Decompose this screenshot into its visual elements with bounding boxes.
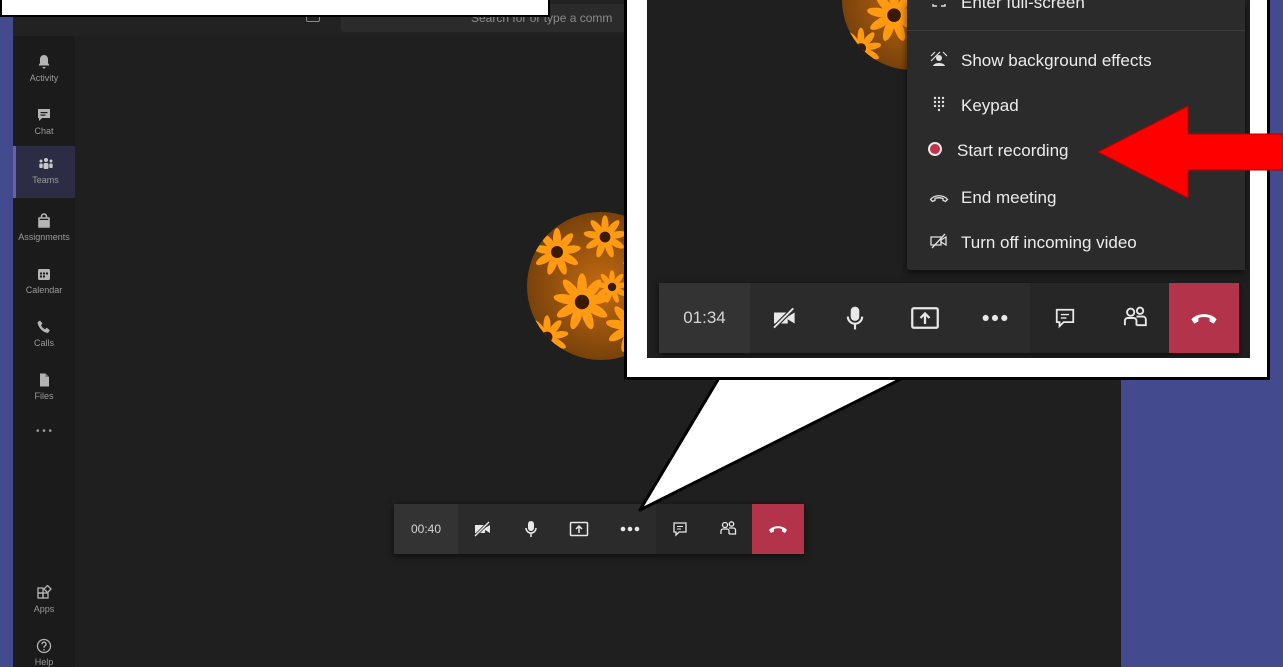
rail-label: Apps	[33, 604, 55, 614]
chat-button[interactable]	[656, 504, 704, 554]
bell-icon	[38, 55, 50, 69]
phone-icon	[37, 320, 50, 333]
rail-item-assignments[interactable]: Assignments	[13, 203, 75, 255]
mic-button[interactable]	[820, 283, 890, 353]
menu-item-label: Start recording	[957, 141, 1069, 160]
teams-icon	[38, 158, 53, 169]
apps-icon	[37, 585, 52, 599]
call-timer: 00:40	[394, 504, 458, 554]
rail-label: Calendar	[25, 285, 63, 295]
share-button[interactable]	[890, 283, 960, 353]
rail-label: Activity	[29, 73, 59, 83]
menu-item-turn-off-incoming-video[interactable]: Turn off incoming video	[907, 223, 1245, 263]
share-screen-icon	[911, 307, 939, 329]
background-effects-icon	[927, 51, 951, 71]
mic-button[interactable]	[508, 504, 554, 554]
chat-button[interactable]	[1030, 283, 1100, 353]
fullscreen-icon	[927, 0, 951, 12]
share-button[interactable]	[554, 504, 604, 554]
more-actions-button[interactable]	[604, 504, 656, 554]
more-dots-icon	[982, 314, 1008, 322]
menu-item-label: End meeting	[961, 188, 1057, 207]
hang-up-icon	[769, 526, 787, 533]
highlight-arrow	[1096, 105, 1283, 199]
rail-label: Help	[34, 657, 54, 667]
rail-label: Teams	[32, 175, 59, 185]
microphone-icon	[846, 306, 864, 330]
rail-label: Assignments	[18, 232, 70, 242]
menu-divider	[907, 30, 1245, 31]
participants-button[interactable]	[704, 504, 752, 554]
app-rail: Activity Chat Teams Assignments Calendar…	[13, 36, 75, 667]
chat-icon	[1055, 308, 1075, 329]
rail-label: Chat	[34, 126, 54, 136]
rail-more[interactable]: • • •	[13, 422, 75, 442]
assignments-icon	[38, 213, 50, 228]
menu-item-label: Keypad	[961, 96, 1019, 115]
participants-icon	[720, 521, 737, 535]
more-dots-icon	[620, 526, 640, 532]
calendar-icon	[38, 269, 50, 280]
camera-toggle-button[interactable]	[750, 283, 820, 353]
menu-item-fullscreen[interactable]: Enter full-screen	[907, 0, 1245, 23]
rail-item-apps[interactable]: Apps	[13, 575, 75, 627]
file-icon	[40, 373, 49, 387]
camera-toggle-button[interactable]	[458, 504, 508, 554]
video-off-icon	[927, 233, 951, 253]
hang-up-icon	[1191, 314, 1217, 324]
rail-item-teams[interactable]: Teams	[13, 146, 75, 198]
keypad-icon	[927, 96, 951, 116]
microphone-icon	[525, 521, 537, 537]
annotation-box	[0, 0, 550, 17]
rail-label: Calls	[33, 338, 54, 348]
call-timer-zoomed: 01:34	[659, 283, 750, 353]
rail-item-chat[interactable]: Chat	[13, 97, 75, 149]
end-meeting-icon	[927, 190, 951, 207]
more-dots-icon: • • •	[35, 426, 53, 437]
participants-button[interactable]	[1100, 283, 1169, 353]
menu-item-background-effects[interactable]: Show background effects	[907, 41, 1245, 81]
rail-item-calls[interactable]: Calls	[13, 309, 75, 361]
record-icon	[923, 142, 947, 160]
help-icon	[36, 638, 52, 654]
share-screen-icon	[569, 521, 589, 537]
participants-icon	[1123, 306, 1147, 327]
menu-item-label: Turn off incoming video	[961, 233, 1137, 252]
chat-icon	[38, 109, 50, 121]
rail-item-calendar[interactable]: Calendar	[13, 256, 75, 308]
rail-item-files[interactable]: Files	[13, 362, 75, 414]
chat-icon	[673, 522, 687, 537]
rail-item-activity[interactable]: Activity	[13, 44, 75, 96]
rail-label: Files	[34, 391, 54, 401]
menu-item-label: Enter full-screen	[961, 0, 1085, 12]
more-actions-button[interactable]	[960, 283, 1030, 353]
hang-up-button[interactable]	[752, 504, 804, 554]
rail-item-help[interactable]: Help	[13, 628, 75, 667]
video-off-icon	[473, 521, 491, 537]
video-off-icon	[772, 307, 795, 329]
call-toolbar: 00:40	[394, 504, 804, 554]
hang-up-button[interactable]	[1169, 283, 1239, 353]
call-toolbar-zoomed: 01:34	[659, 283, 1239, 353]
menu-item-label: Show background effects	[961, 51, 1152, 70]
